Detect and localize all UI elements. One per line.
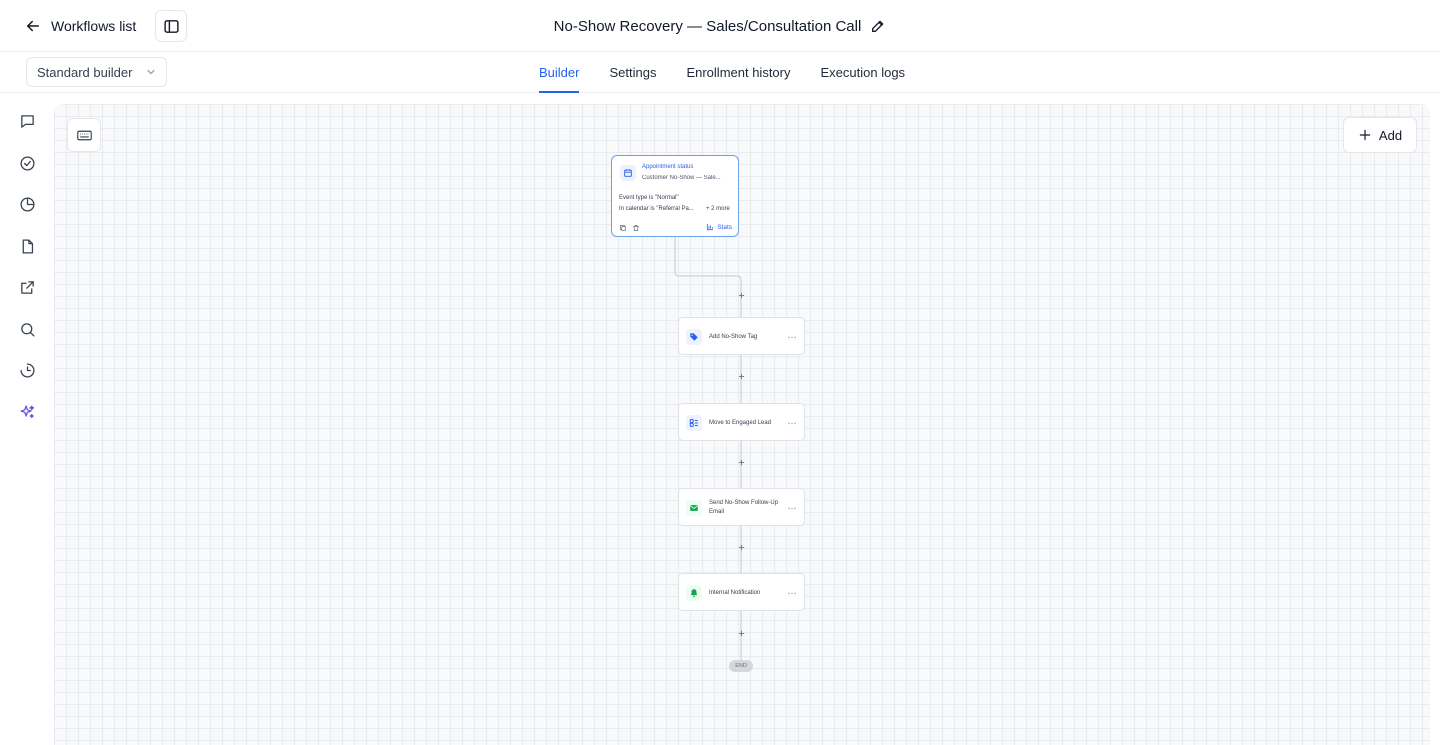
more-options-icon[interactable] [787, 331, 797, 343]
plus-icon [738, 292, 744, 298]
more-options-icon[interactable] [787, 587, 797, 599]
builder-mode-select[interactable]: Standard builder [26, 57, 167, 87]
pencil-icon[interactable] [870, 18, 886, 34]
stats-label: Stats [717, 223, 732, 231]
workflow-title[interactable]: No-Show Recovery — Sales/Consultation Ca… [554, 18, 862, 35]
rail-analytics-button[interactable] [16, 193, 38, 215]
trigger-tools [619, 224, 640, 232]
sidebar-toggle-button[interactable] [155, 10, 187, 42]
insert-step-button[interactable] [736, 371, 746, 381]
action-node-add-tag[interactable]: Add No-Show Tag [678, 317, 805, 355]
action-label: Move to Engaged Lead [709, 419, 772, 426]
top-bar: Workflows list No-Show Recovery — Sales/… [0, 0, 1440, 52]
tab-enrollment-history[interactable]: Enrollment history [686, 52, 790, 93]
plus-icon [738, 630, 744, 636]
add-button-label: Add [1378, 127, 1403, 143]
rail-comments-button[interactable] [16, 110, 38, 132]
trigger-filter: In calendar is "Referral Pa... [619, 206, 694, 212]
workflow-canvas[interactable]: Add Appointment status Customer No-Show … [54, 104, 1430, 745]
rail-notes-button[interactable] [16, 235, 38, 257]
insert-step-button[interactable] [736, 628, 746, 638]
pipeline-icon [686, 415, 702, 431]
bell-icon [686, 585, 702, 601]
trigger-stats-button[interactable]: Stats [706, 223, 732, 231]
insert-step-button[interactable] [736, 542, 746, 552]
action-label: Internal Notification [709, 589, 761, 596]
sparkles-icon [19, 404, 34, 418]
workflow-title-bar: No-Show Recovery — Sales/Consultation Ca… [0, 0, 1440, 52]
arrow-left-icon [27, 20, 39, 32]
plus-icon [738, 373, 744, 379]
tab-settings[interactable]: Settings [609, 52, 656, 93]
trigger-filter: Event type is "Normal" [619, 195, 679, 201]
more-options-icon[interactable] [787, 417, 797, 429]
trigger-subtitle: Customer No-Show — Sale... [642, 175, 721, 181]
action-label: Add No-Show Tag [709, 333, 758, 340]
sidebar-panel-icon [163, 19, 179, 33]
more-options-icon[interactable] [787, 502, 797, 514]
trash-icon[interactable] [632, 224, 640, 232]
left-rail [0, 93, 54, 745]
tag-icon [686, 329, 702, 345]
builder-tabs: Builder Settings Enrollment history Exec… [539, 52, 905, 93]
rail-checks-button[interactable] [16, 152, 38, 174]
end-node: END [729, 660, 753, 672]
trigger-node[interactable]: Appointment status Customer No-Show — Sa… [611, 155, 739, 237]
action-node-move-pipeline[interactable]: Move to Engaged Lead [678, 403, 805, 441]
history-icon [19, 362, 35, 378]
search-icon [20, 322, 35, 337]
check-circle-icon [19, 155, 35, 171]
insert-step-button[interactable] [736, 457, 746, 467]
keyboard-icon [76, 130, 92, 140]
action-node-internal-notification[interactable]: Internal Notification [678, 573, 805, 611]
trigger-more-filters[interactable]: + 2 more [706, 206, 730, 212]
rail-history-button[interactable] [16, 359, 38, 381]
calendar-icon [620, 165, 636, 181]
builder-mode-value: Standard builder [37, 64, 133, 80]
chat-icon [20, 114, 34, 128]
add-node-button[interactable]: Add [1343, 117, 1417, 153]
plus-icon [1359, 129, 1371, 141]
external-link-icon [20, 280, 34, 294]
rail-share-button[interactable] [16, 276, 38, 298]
chevron-down-icon [147, 69, 155, 75]
plus-icon [738, 544, 744, 550]
back-link-label: Workflows list [51, 18, 137, 34]
back-to-workflows-link[interactable]: Workflows list [24, 13, 136, 39]
pie-chart-icon [19, 196, 35, 212]
rail-search-button[interactable] [16, 318, 38, 340]
action-label: Send No-Show Follow-Up Email [709, 500, 779, 515]
tab-builder[interactable]: Builder [539, 52, 580, 93]
file-icon [22, 238, 33, 254]
insert-step-button[interactable] [736, 290, 746, 300]
rail-ai-assistant-button[interactable] [16, 401, 38, 423]
keyboard-shortcuts-button[interactable] [67, 118, 101, 152]
plus-icon [738, 459, 744, 465]
builder-toolbar: Standard builder Builder Settings Enroll… [0, 52, 1440, 93]
action-node-send-email[interactable]: Send No-Show Follow-Up Email [678, 488, 805, 526]
bar-chart-icon [707, 223, 714, 231]
tab-execution-logs[interactable]: Execution logs [821, 52, 906, 93]
trigger-title: Appointment status [642, 164, 694, 170]
copy-icon[interactable] [619, 224, 627, 232]
email-icon [686, 500, 702, 516]
